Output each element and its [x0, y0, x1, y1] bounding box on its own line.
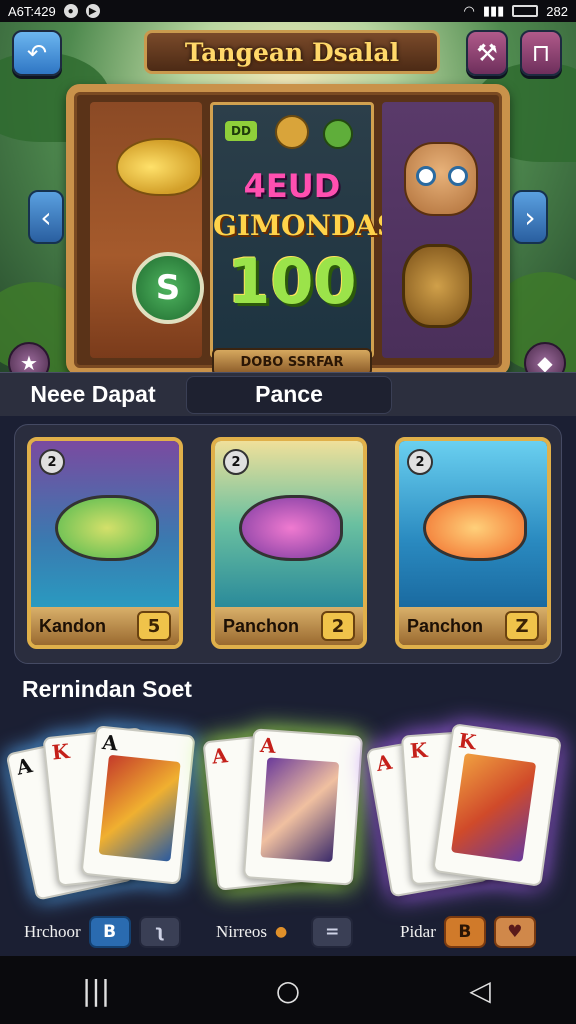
- card-corner: A: [210, 743, 229, 769]
- fish-card-panel: 2 Kandon 5 2 Panchon 2 2 Panchon Z: [14, 424, 562, 664]
- card-group-label: Nirreos: [216, 922, 267, 941]
- fish-card-footer: Kandon 5: [31, 607, 179, 645]
- wrench-icon: ⚒: [476, 39, 498, 67]
- fish-icon: [55, 495, 159, 561]
- fish-card-name: Panchon: [223, 615, 300, 636]
- next-arrow-button[interactable]: ›: [512, 190, 548, 244]
- slot-reels: S DD 4EUD GIMONDAS 100 DOBO SSRFAR: [66, 84, 510, 372]
- jackpot-text-2: GIMONDAS: [213, 209, 398, 242]
- tab-neee-dapat[interactable]: Neee Dapat: [0, 381, 186, 408]
- wifi-icon: ◠: [463, 3, 475, 18]
- menu-icon: ⊓: [531, 39, 551, 67]
- coin-icon: ●: [274, 924, 288, 940]
- card-group-label: Pidar: [400, 922, 436, 941]
- card-corner: A: [14, 753, 35, 780]
- back-button[interactable]: ↶: [12, 30, 62, 76]
- golden-fish-symbol: [116, 138, 202, 196]
- face-card-art: [98, 754, 181, 862]
- card-group-1-footer: Hrchoor B ʅ: [24, 914, 181, 950]
- section-title: Rernindan Soet: [22, 676, 192, 702]
- card-number-badge: 2: [39, 449, 65, 475]
- chevron-right-icon: ›: [524, 200, 536, 234]
- coin-symbol: S: [132, 252, 204, 324]
- home-icon[interactable]: ○: [258, 974, 318, 1007]
- shield-symbol: [402, 244, 472, 328]
- chevron-left-icon: ‹: [40, 200, 52, 234]
- card-corner: A: [374, 749, 394, 777]
- notification-icon: ●: [63, 4, 78, 18]
- card-group-3[interactable]: A K K: [365, 716, 562, 912]
- coin-icon: [323, 119, 353, 149]
- fish-card-value: Z: [505, 611, 539, 641]
- fish-icon: [239, 495, 343, 561]
- card-group-2[interactable]: A A: [202, 716, 390, 912]
- goat-eye: [416, 166, 436, 186]
- status-bar: A6T:429 ● ▶ ◠ ▮▮▮ 282: [0, 0, 576, 22]
- playing-card: A: [242, 728, 364, 886]
- card-corner: A: [259, 732, 277, 758]
- signal-icon: ▮▮▮: [482, 3, 505, 18]
- gem-icon: ◆: [537, 351, 553, 372]
- card-number-badge: 2: [223, 449, 249, 475]
- reel-right: [382, 102, 494, 358]
- tab-bar: Neee Dapat Pance: [0, 372, 576, 416]
- reel-caption: DOBO SSRFAR: [212, 348, 372, 372]
- group-3-heart-button[interactable]: ♥: [493, 916, 536, 948]
- playing-card: K: [432, 723, 562, 887]
- page-title: Tangean Dsalal: [144, 30, 440, 74]
- group-2-button-equals[interactable]: =: [311, 916, 354, 948]
- notification-icon-2: ▶: [85, 4, 100, 18]
- reel-left: S: [90, 102, 204, 358]
- card-number-badge: 2: [407, 449, 433, 475]
- face-card-art: [451, 753, 537, 863]
- fish-card-name: Panchon: [407, 615, 484, 636]
- recent-apps-icon[interactable]: |||: [66, 974, 126, 1007]
- battery-icon: [512, 5, 539, 17]
- card-corner: K: [456, 728, 478, 755]
- fish-card-footer: Panchon Z: [399, 607, 547, 645]
- back-arrow-icon: ↶: [26, 39, 48, 67]
- tab-pance[interactable]: Pance: [186, 375, 392, 414]
- system-nav-bar: ||| ○ ◁: [0, 956, 576, 1024]
- card-group-2-footer: Nirreos ● =: [216, 914, 354, 950]
- fish-card-value: 5: [137, 611, 171, 641]
- card-group-label: Hrchoor: [24, 922, 81, 941]
- star-icon: ★: [20, 351, 38, 372]
- fish-card-footer: Panchon 2: [215, 607, 363, 645]
- fish-card[interactable]: 2 Panchon Z: [395, 437, 551, 649]
- group-1-button-secondary[interactable]: ʅ: [138, 916, 181, 948]
- goat-character-symbol: [404, 142, 478, 216]
- prev-arrow-button[interactable]: ‹: [28, 190, 64, 244]
- menu-button[interactable]: ⊓: [520, 30, 562, 76]
- card-group-3-footer: Pidar B ♥: [400, 914, 536, 950]
- group-3-button-b[interactable]: B: [443, 916, 486, 948]
- face-card-art: [260, 757, 340, 863]
- coin-icon: [275, 115, 309, 149]
- fish-card-value: 2: [321, 611, 355, 641]
- fish-card[interactable]: 2 Panchon 2: [211, 437, 367, 649]
- tool-button[interactable]: ⚒: [466, 30, 508, 76]
- goat-eye: [448, 166, 468, 186]
- card-corner: K: [50, 738, 71, 765]
- card-corner: K: [409, 737, 429, 764]
- card-corner: A: [101, 729, 120, 756]
- back-icon[interactable]: ◁: [450, 974, 510, 1007]
- status-time: A6T:429: [8, 3, 56, 19]
- fish-card[interactable]: 2 Kandon 5: [27, 437, 183, 649]
- group-1-button-b[interactable]: B: [88, 916, 131, 948]
- reel-middle: DD 4EUD GIMONDAS 100: [210, 102, 398, 358]
- slot-scene: ↶ Tangean Dsalal ⚒ ⊓ S DD 4EUD GIMONDAS …: [0, 22, 576, 372]
- card-group-1[interactable]: A K A: [5, 716, 200, 912]
- jackpot-text-1: 4EUD: [243, 167, 341, 205]
- playing-card: A: [80, 725, 196, 885]
- jackpot-amount: 100: [227, 245, 357, 318]
- fish-icon: [423, 495, 527, 561]
- status-right-text: 282: [546, 3, 568, 19]
- reel-badge: DD: [225, 121, 257, 141]
- fish-card-name: Kandon: [39, 615, 106, 636]
